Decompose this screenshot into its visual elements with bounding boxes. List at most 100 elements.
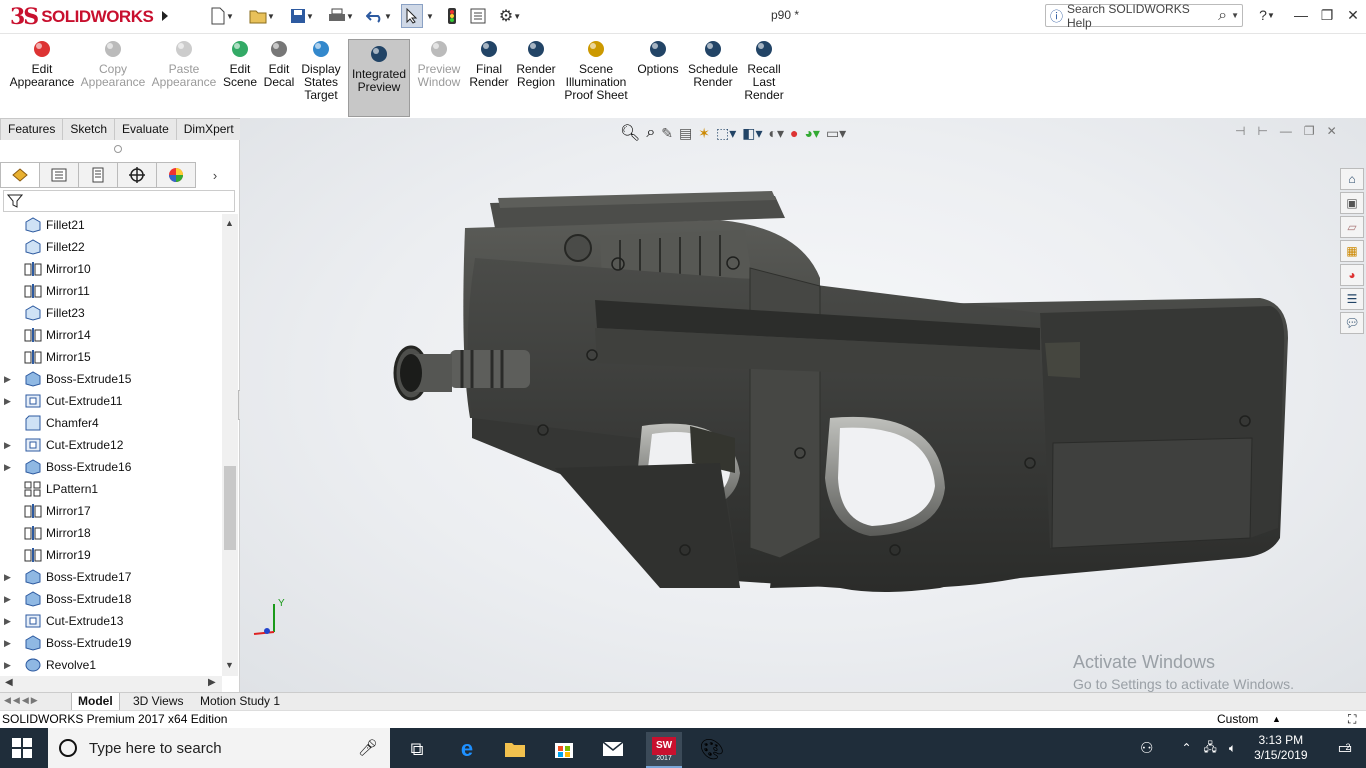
solidworks-logo[interactable]: 3S SOLIDWORKS (10, 2, 155, 32)
minimize-button[interactable]: — (1288, 4, 1314, 26)
expand-arrow-icon[interactable]: ▶ (4, 616, 18, 627)
viewport-next-icon[interactable]: ⊢ (1257, 124, 1267, 138)
expand-arrow-icon[interactable]: ▶ (4, 594, 18, 605)
forum-tab[interactable]: 💬︎ (1340, 312, 1364, 334)
tree-item-mirror10[interactable]: Mirror10 (0, 258, 222, 280)
zoom-to-area-icon[interactable]: ⌕ (646, 124, 655, 142)
tree-item-fillet23[interactable]: Fillet23 (0, 302, 222, 324)
expand-arrow-icon[interactable]: ▶ (4, 374, 18, 385)
bottom-tab-3d-views[interactable]: 3D Views (127, 693, 189, 711)
tree-item-cut-extrude11[interactable]: ▶ Cut-Extrude11 (0, 390, 222, 412)
tree-horizontal-scrollbar[interactable]: ◀ ▶ (0, 676, 222, 692)
windows-start-button[interactable] (12, 738, 32, 761)
tree-filter-field[interactable] (3, 190, 235, 212)
taskbar-search[interactable]: Type here to search 🎤︎ (48, 728, 390, 768)
save-button[interactable]: ▼ (285, 4, 319, 28)
undo-button[interactable]: ▼ (362, 4, 396, 28)
tab-sketch[interactable]: Sketch (62, 118, 116, 140)
tree-item-boss-extrude15[interactable]: ▶ Boss-Extrude15 (0, 368, 222, 390)
apply-scene-icon[interactable]: ◕▾ (804, 125, 819, 142)
recall-render-button[interactable]: Recall Last Render (744, 38, 784, 102)
mail-icon[interactable] (598, 736, 628, 762)
paste-appearance-button[interactable]: Paste Appearance (152, 38, 216, 89)
store-icon[interactable] (549, 736, 579, 762)
tree-item-mirror15[interactable]: Mirror15 (0, 346, 222, 368)
view-settings-icon[interactable]: ▭▾ (826, 125, 846, 142)
scroll-thumb[interactable] (224, 466, 236, 550)
graphics-viewport[interactable]: Y (240, 118, 1366, 692)
bottom-tab-model[interactable]: Model (71, 693, 120, 711)
display-states-button[interactable]: Display States Target (300, 38, 342, 102)
appearances-tab[interactable]: ◕ (1340, 264, 1364, 286)
tab-evaluate[interactable]: Evaluate (114, 118, 177, 140)
expand-arrow-icon[interactable]: ▶ (4, 660, 18, 671)
hide-show-items-icon[interactable]: ◐▾ (769, 125, 784, 142)
expand-arrow-icon[interactable]: ▶ (4, 440, 18, 451)
dynamic-annotation-icon[interactable]: ✶ (698, 125, 710, 142)
solidworks-resources-tab[interactable]: ⌂ (1340, 168, 1364, 190)
open-document-button[interactable]: ▼ (246, 4, 278, 28)
options-gear-button[interactable]: ⚙ ▼ (493, 4, 527, 28)
people-icon[interactable]: ⚇ (1140, 739, 1153, 757)
new-document-button[interactable]: ▼ (206, 4, 238, 28)
options-button[interactable]: Options (634, 38, 682, 76)
taskbar-search-input[interactable]: Type here to search (89, 740, 222, 757)
custom-properties-tab[interactable]: ☰ (1340, 288, 1364, 310)
display-style-icon[interactable]: ◧▾ (742, 125, 762, 142)
restore-button[interactable]: ❐ (1314, 4, 1340, 26)
menu-expand-icon[interactable] (158, 4, 172, 28)
tree-item-mirror19[interactable]: Mirror19 (0, 544, 222, 566)
tree-item-fillet21[interactable]: Fillet21 (0, 214, 222, 236)
schedule-render-button[interactable]: Schedule Render (687, 38, 739, 89)
view-orientation-icon[interactable]: ⬚▾ (716, 125, 736, 142)
help-search-input[interactable]: Search SOLIDWORKS Help (1067, 2, 1214, 30)
task-view-icon[interactable]: ⧉ (402, 736, 432, 762)
close-button[interactable]: ✕ (1340, 4, 1366, 26)
select-button[interactable] (401, 4, 423, 28)
tree-item-mirror18[interactable]: Mirror18 (0, 522, 222, 544)
edit-decal-button[interactable]: Edit Decal (262, 38, 296, 89)
expand-arrow-icon[interactable]: ▶ (4, 638, 18, 649)
customize-status-icon[interactable]: ⛶ (1348, 711, 1356, 728)
feature-manager-tab[interactable] (0, 162, 40, 188)
expand-arrow-icon[interactable]: ▶ (4, 572, 18, 583)
edit-appearance-view-icon[interactable]: ● (790, 125, 798, 141)
edit-scene-button[interactable]: Edit Scene (223, 38, 257, 89)
design-library-tab[interactable]: ▣ (1340, 192, 1364, 214)
select-dropdown-icon[interactable]: ▼ (425, 4, 435, 28)
viewport-restore-icon[interactable]: ❐ (1304, 124, 1315, 138)
tree-item-cut-extrude12[interactable]: ▶ Cut-Extrude12 (0, 434, 222, 456)
microphone-icon[interactable]: 🎤︎ (358, 738, 378, 758)
tree-item-boss-extrude16[interactable]: ▶ Boss-Extrude16 (0, 456, 222, 478)
tree-item-fillet22[interactable]: Fillet22 (0, 236, 222, 258)
dimxpert-manager-tab[interactable] (117, 162, 157, 188)
print-button[interactable]: ▼ (324, 4, 358, 28)
search-dropdown-icon[interactable]: ▼ (1231, 11, 1239, 20)
tree-item-mirror17[interactable]: Mirror17 (0, 500, 222, 522)
p90-model-render[interactable] (240, 118, 1366, 692)
help-search-box[interactable]: ⓘ Search SOLIDWORKS Help ⌕ ▼ (1045, 2, 1243, 30)
file-properties-button[interactable] (467, 4, 489, 28)
copy-appearance-button[interactable]: Copy Appearance (81, 38, 145, 89)
viewport-close-icon[interactable]: ✕ (1327, 124, 1337, 138)
tree-vertical-scrollbar[interactable]: ▲ ▼ (222, 214, 238, 676)
edit-appearance-button[interactable]: Edit Appearance (10, 38, 74, 89)
file-explorer-icon[interactable] (500, 736, 530, 762)
tree-item-lpattern1[interactable]: LPattern1 (0, 478, 222, 500)
preview-window-button[interactable]: Preview Window (415, 38, 463, 89)
previous-view-icon[interactable]: ✎ (661, 125, 673, 142)
network-icon[interactable]: 🖧︎ (1204, 738, 1217, 759)
units-selector[interactable]: Custom (1217, 711, 1258, 728)
expand-arrow-icon[interactable]: ▶ (4, 396, 18, 407)
tree-item-boss-extrude17[interactable]: ▶ Boss-Extrude17 (0, 566, 222, 588)
tree-item-boss-extrude19[interactable]: ▶ Boss-Extrude19 (0, 632, 222, 654)
show-hidden-icons-icon[interactable]: ⌃ (1181, 741, 1191, 755)
expand-arrow-icon[interactable]: ▶ (4, 462, 18, 473)
volume-icon[interactable]: 🔈︎ (1229, 741, 1236, 756)
view-palette-tab[interactable]: ▦ (1340, 240, 1364, 262)
integrated-preview-button[interactable]: Integrated Preview (348, 39, 410, 117)
tree-item-mirror11[interactable]: Mirror11 (0, 280, 222, 302)
solidworks-taskbar-button[interactable]: SW 2017 (646, 732, 682, 768)
render-region-button[interactable]: Render Region (513, 38, 559, 89)
tab-dimxpert[interactable]: DimXpert (175, 118, 242, 140)
